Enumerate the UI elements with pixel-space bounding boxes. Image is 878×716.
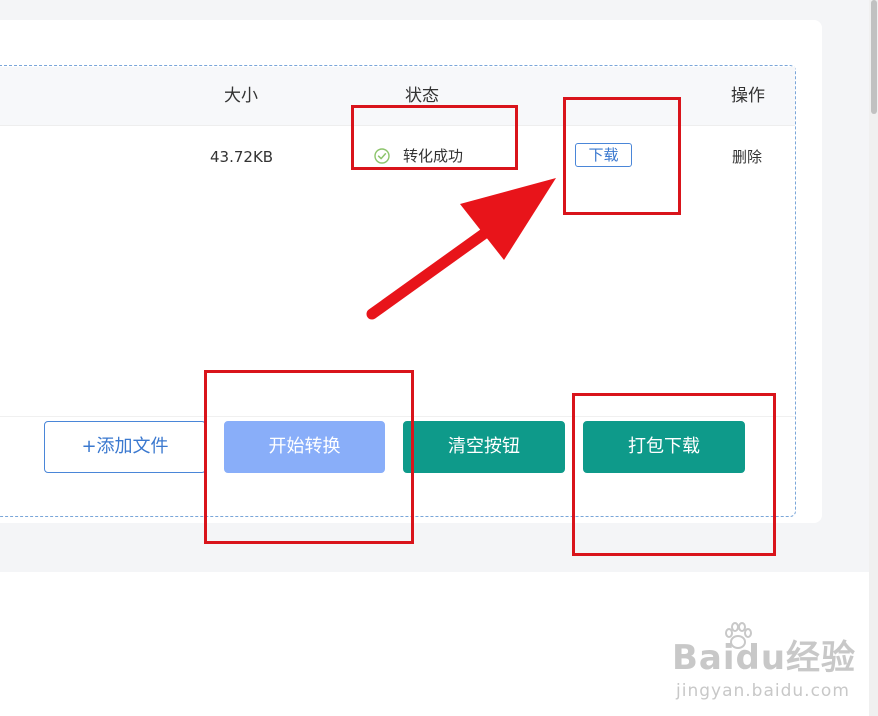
- file-size: 43.72KB: [210, 148, 274, 166]
- watermark-url: jingyan.baidu.com: [676, 681, 850, 701]
- scrollbar-thumb[interactable]: [871, 0, 877, 114]
- red-arrow-icon: [366, 178, 556, 320]
- highlight-box-start: [204, 370, 414, 544]
- watermark-title: Baidu经验: [672, 638, 857, 678]
- column-header-size: 大小: [224, 86, 258, 106]
- delete-link[interactable]: 删除: [732, 147, 762, 167]
- highlight-box-pack: [572, 393, 776, 556]
- column-header-action: 操作: [731, 86, 765, 106]
- highlight-box-status: [351, 105, 518, 170]
- add-files-button[interactable]: +添加文件: [44, 421, 206, 473]
- vertical-scrollbar[interactable]: [869, 0, 878, 716]
- clear-button[interactable]: 清空按钮: [403, 421, 565, 473]
- highlight-box-download: [563, 97, 681, 215]
